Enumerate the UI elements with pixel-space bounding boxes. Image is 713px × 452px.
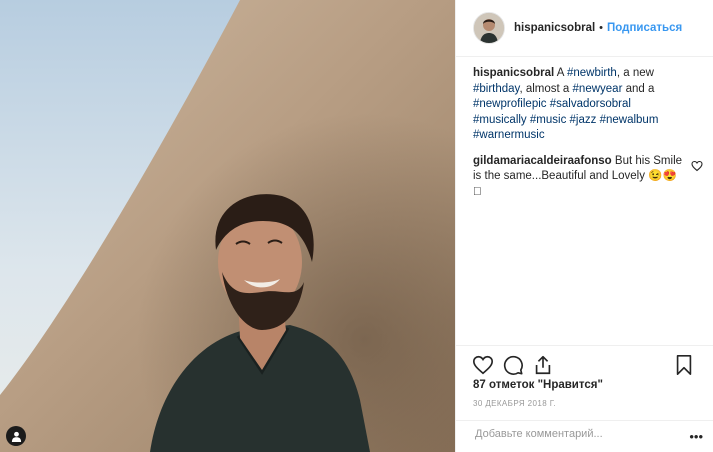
avatar[interactable] <box>473 12 505 44</box>
action-bar <box>456 345 713 381</box>
hashtag-link[interactable]: #newbirth <box>567 67 617 79</box>
person-icon <box>11 431 21 442</box>
hashtag-link[interactable]: #birthday <box>473 83 519 95</box>
comments-list: hispanicsobral A #newbirth, a new #birth… <box>473 66 703 210</box>
heart-icon[interactable] <box>472 354 494 376</box>
header-separator: • <box>599 22 604 34</box>
share-icon[interactable] <box>532 354 554 376</box>
hashtag-link[interactable]: #newyear <box>573 83 623 95</box>
caption-text-segment: , almost a <box>519 82 573 95</box>
follow-button[interactable]: Подписаться <box>607 22 682 34</box>
hashtag-link[interactable]: #music <box>530 114 566 126</box>
comment-author[interactable]: gildamariacaldeiraafonso <box>473 155 612 167</box>
hashtag-link[interactable]: #newprofilepic <box>473 98 547 110</box>
comment-item: gildamariacaldeiraafonso But his Smile i… <box>473 154 703 201</box>
likes-count[interactable]: 87 отметок "Нравится" <box>473 379 603 391</box>
comment-bubble-icon[interactable] <box>502 354 524 376</box>
hashtag-link[interactable]: #warnermusic <box>473 129 545 141</box>
more-options-button[interactable]: ••• <box>689 430 703 443</box>
hashtag-link[interactable]: #salvadorsobral <box>550 98 631 110</box>
post-photo[interactable] <box>0 0 455 452</box>
header-username[interactable]: hispanicsobral <box>514 22 595 34</box>
caption-text-segment: , a new <box>616 67 654 79</box>
hashtag-link[interactable]: #musically <box>473 114 527 126</box>
hashtag-link[interactable]: #newalbum <box>600 114 659 126</box>
bookmark-icon[interactable] <box>673 354 695 376</box>
hashtag-link[interactable]: #jazz <box>570 114 597 126</box>
heart-icon[interactable] <box>691 160 703 172</box>
caption: hispanicsobral A #newbirth, a new #birth… <box>473 66 697 144</box>
caption-author[interactable]: hispanicsobral <box>473 67 554 79</box>
photo-image <box>0 0 455 452</box>
add-comment-bar: ••• <box>456 420 713 452</box>
avatar-image <box>474 13 504 43</box>
post-date[interactable]: 30 ДЕКАБРЯ 2018 Г. <box>473 399 556 408</box>
caption-text-segment: A <box>556 67 567 79</box>
user-tag-button[interactable] <box>6 426 26 446</box>
post-side-panel: hispanicsobral • Подписаться hispanicsob… <box>455 0 713 452</box>
caption-text-segment: and a <box>622 82 655 95</box>
comment-input[interactable] <box>473 427 677 441</box>
post-header: hispanicsobral • Подписаться <box>456 0 713 57</box>
